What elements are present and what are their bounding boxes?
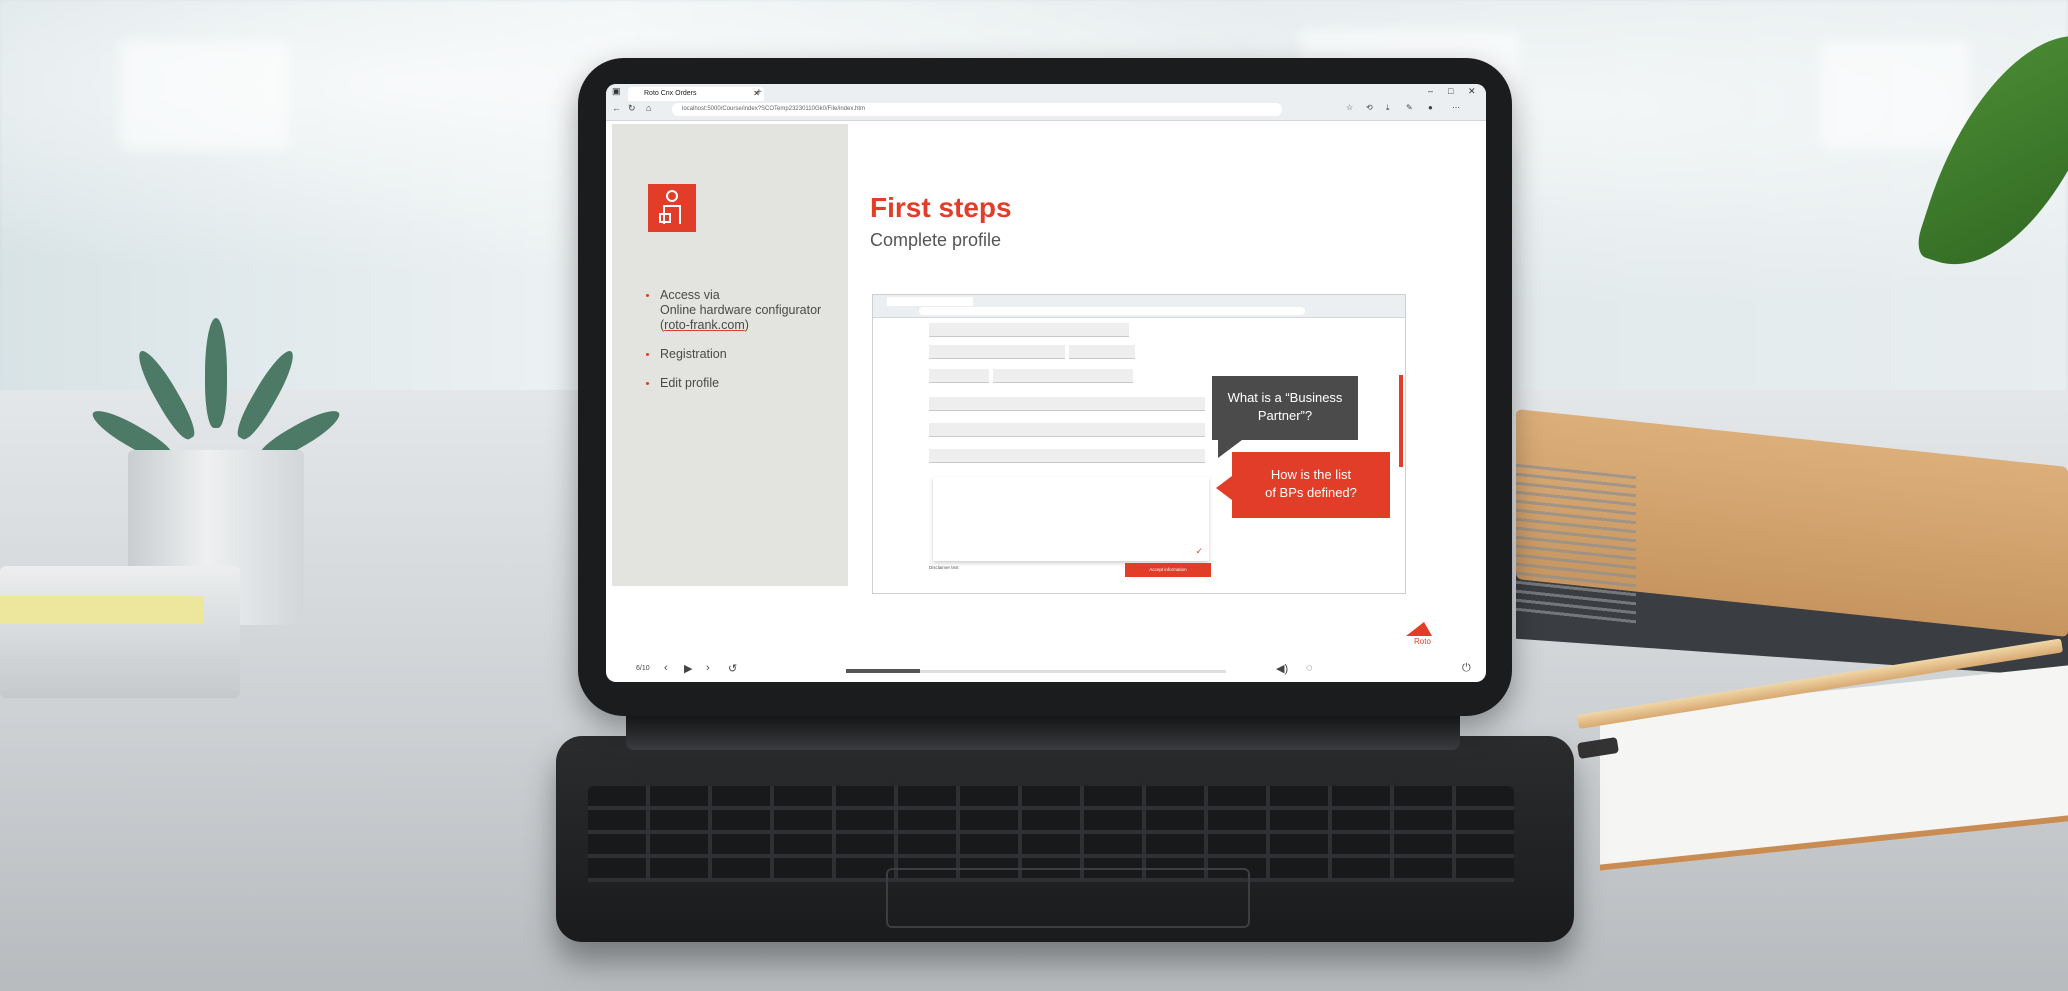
callout-text: of BPs defined? xyxy=(1265,485,1357,500)
profile-icon-tile xyxy=(648,184,696,232)
form-field xyxy=(929,369,989,383)
tablet-hinge xyxy=(626,716,1460,750)
bullet-text: Registration xyxy=(660,347,727,361)
bullet-edit-profile: Edit profile xyxy=(644,376,844,391)
terms-checkbox: Disclaimer text xyxy=(929,565,959,570)
menu-icon[interactable]: ⋯ xyxy=(1452,103,1460,112)
new-tab-icon[interactable]: + xyxy=(756,87,762,98)
browser-chrome: ▣ Roto Cnx Orders ✕ + – □ ✕ ← ↻ ⌂ localh… xyxy=(606,84,1486,121)
check-icon: ✓ xyxy=(1195,546,1203,556)
maximize-icon[interactable]: □ xyxy=(1448,86,1453,96)
volume-icon[interactable]: ◀) xyxy=(1276,662,1288,675)
dropdown-item xyxy=(933,477,1209,498)
browser-tab[interactable]: Roto Cnx Orders ✕ xyxy=(628,87,764,101)
notebook-spiral xyxy=(1516,463,1636,627)
person-icon xyxy=(659,190,681,224)
captions-icon[interactable]: ◌ xyxy=(1306,662,1313,674)
bullet-text: Access via xyxy=(660,288,720,302)
embedded-screenshot: ✓ Disclaimer text Accept information xyxy=(872,294,1406,594)
business-partner-callout: What is a “Business Partner”? xyxy=(1212,376,1358,440)
window-icon[interactable]: ▣ xyxy=(612,86,621,97)
play-icon[interactable]: ▶ xyxy=(684,662,692,675)
form-field xyxy=(993,369,1133,383)
bullet-registration: Registration xyxy=(644,347,844,362)
embedded-tab xyxy=(887,297,973,306)
extensions-icon[interactable]: ✎ xyxy=(1406,103,1413,112)
bullet-link-line: (roto-frank.com) xyxy=(660,318,749,332)
trackpad xyxy=(886,868,1250,928)
embedded-address-bar xyxy=(919,307,1305,315)
bp-list-callout: How is the list of BPs defined? xyxy=(1232,452,1390,518)
callout-tail xyxy=(1216,476,1232,500)
favorites-icon[interactable]: ☆ xyxy=(1346,103,1353,112)
dropdown-item xyxy=(933,519,1209,540)
history-icon[interactable]: ⟲ xyxy=(1366,103,1373,112)
bp-select xyxy=(929,449,1205,463)
accept-button: Accept information xyxy=(1125,563,1211,577)
back-icon[interactable]: ← xyxy=(612,103,621,113)
callout-text: Partner”? xyxy=(1257,408,1313,423)
callout-text: How is the list xyxy=(1270,467,1352,482)
tab-title: Roto Cnx Orders xyxy=(644,90,697,97)
sticky-notes xyxy=(0,596,204,624)
slide-counter: 6/10 xyxy=(636,665,650,672)
background-blur xyxy=(120,40,290,150)
dropdown-item xyxy=(933,540,1209,561)
progress-fill xyxy=(846,669,920,673)
reload-icon[interactable]: ↻ xyxy=(628,103,636,114)
bullet-text: Edit profile xyxy=(660,376,720,390)
scroll-indicator xyxy=(1399,375,1403,467)
roto-frank-link[interactable]: roto-frank.com xyxy=(664,318,745,332)
bp-dropdown-list: ✓ xyxy=(933,477,1209,561)
roto-logo: Roto xyxy=(1402,618,1458,658)
slide-title: First steps xyxy=(870,192,1012,223)
slide-subtitle: Complete profile xyxy=(870,230,1002,250)
dropdown-item xyxy=(933,498,1209,519)
close-window-icon[interactable]: ✕ xyxy=(1468,86,1476,97)
download-icon[interactable]: ⤓ xyxy=(1386,103,1390,113)
home-icon[interactable]: ⌂ xyxy=(646,103,651,113)
form-field xyxy=(929,423,1205,437)
succulent-plant xyxy=(87,318,345,468)
bullet-access: Access via Online hardware configurator … xyxy=(644,288,844,333)
address-bar[interactable]: localhost:5000/Course/index?SCOTemp23230… xyxy=(672,103,1282,116)
previous-icon[interactable]: ‹ xyxy=(664,662,668,674)
background-blur xyxy=(1820,40,1970,150)
bullet-list: Access via Online hardware configurator … xyxy=(644,288,844,405)
tablet-screen: ▣ Roto Cnx Orders ✕ + – □ ✕ ← ↻ ⌂ localh… xyxy=(606,84,1486,682)
power-icon[interactable]: ⏻ xyxy=(1462,662,1471,675)
form-field xyxy=(929,323,1129,337)
form-field xyxy=(929,397,1205,411)
replay-icon[interactable]: ↺ xyxy=(728,662,737,675)
minimize-icon[interactable]: – xyxy=(1428,86,1433,96)
logo-text: Roto xyxy=(1414,637,1431,646)
form-field xyxy=(929,345,1065,359)
form-field xyxy=(1069,345,1135,359)
bullet-text: Online hardware configurator xyxy=(660,303,822,317)
desk-tray xyxy=(0,566,240,698)
callout-text: What is a “Business xyxy=(1227,390,1343,405)
profile-icon[interactable]: ● xyxy=(1428,103,1433,112)
embedded-browser-chrome xyxy=(873,295,1405,318)
next-icon[interactable]: › xyxy=(706,662,710,674)
